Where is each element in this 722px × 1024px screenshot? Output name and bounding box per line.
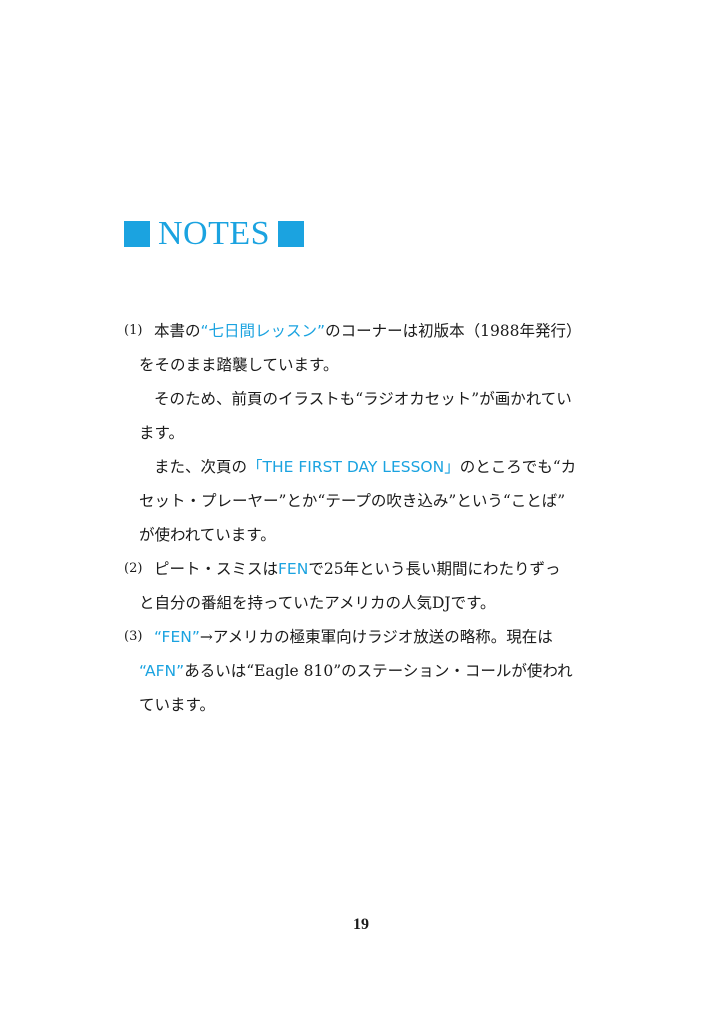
notes-list: (1) 本書の“七日間レッスン”のコーナーは初版本（1988年発行） をそのまま… (124, 314, 614, 722)
note-line: と自分の番組を持っていたアメリカの人気DJです。 (124, 586, 614, 620)
highlighted-term: “FEN” (154, 628, 200, 646)
note-line: が使われています。 (124, 518, 614, 552)
note-number: (2) (124, 561, 143, 576)
note-line: (2) ピート・スミスはFENで25年という長い期間にわたりずっ (124, 552, 614, 586)
note-text: と自分の番組を持っていたアメリカの人気DJです。 (139, 594, 496, 612)
note-text: そのため、前頁のイラストも“ラジオカセット”が画かれてい (154, 390, 572, 408)
note-line: “AFN”あるいは“Eagle 810”のステーション・コールが使われ (124, 654, 614, 688)
note-text: のコーナーは初版本（1988年発行） (325, 322, 582, 340)
note-line: ます。 (124, 416, 614, 450)
square-bullet-icon (124, 221, 150, 247)
note-text: ピート・スミスは (154, 560, 279, 578)
note-line: (3) “FEN”→アメリカの極東軍向けラジオ放送の略称。現在は (124, 620, 614, 654)
note-text: ています。 (139, 696, 215, 714)
note-text: セット・プレーヤー”とか“テープの吹き込み”という“ことば” (139, 492, 566, 510)
note-line: (1) 本書の“七日間レッスン”のコーナーは初版本（1988年発行） (124, 314, 614, 348)
note-text: 本書の (154, 322, 201, 340)
note-text: ます。 (139, 424, 184, 442)
square-bullet-icon (278, 221, 305, 247)
note-line: また、次頁の「THE FIRST DAY LESSON」のところでも“カ (124, 450, 614, 484)
note-line: そのため、前頁のイラストも“ラジオカセット”が画かれてい (124, 382, 614, 416)
note-text: →アメリカの極東軍向けラジオ放送の略称。現在は (199, 628, 553, 646)
page-number: 19 (353, 916, 369, 933)
note-line: をそのまま踏襲しています。 (124, 348, 614, 382)
note-number: (3) (124, 629, 143, 644)
note-number: (1) (124, 323, 143, 338)
heading-title: NOTES (158, 215, 271, 252)
highlighted-term: “七日間レッスン” (200, 322, 326, 340)
highlighted-term: FEN (278, 560, 309, 578)
note-text: のところでも“カ (459, 458, 577, 476)
note-text: をそのまま踏襲しています。 (139, 356, 339, 374)
note-text: で25年という長い期間にわたりずっ (308, 560, 561, 578)
highlighted-term: “AFN” (139, 662, 185, 680)
note-line: セット・プレーヤー”とか“テープの吹き込み”という“ことば” (124, 484, 614, 518)
note-text: が使われています。 (139, 526, 276, 544)
highlighted-term: 「THE FIRST DAY LESSON」 (247, 458, 460, 476)
note-text: あるいは“Eagle 810”のステーション・コールが使われ (184, 662, 573, 680)
notes-heading: NOTES (124, 214, 305, 254)
note-text: また、次頁の (154, 458, 248, 476)
note-line: ています。 (124, 688, 614, 722)
